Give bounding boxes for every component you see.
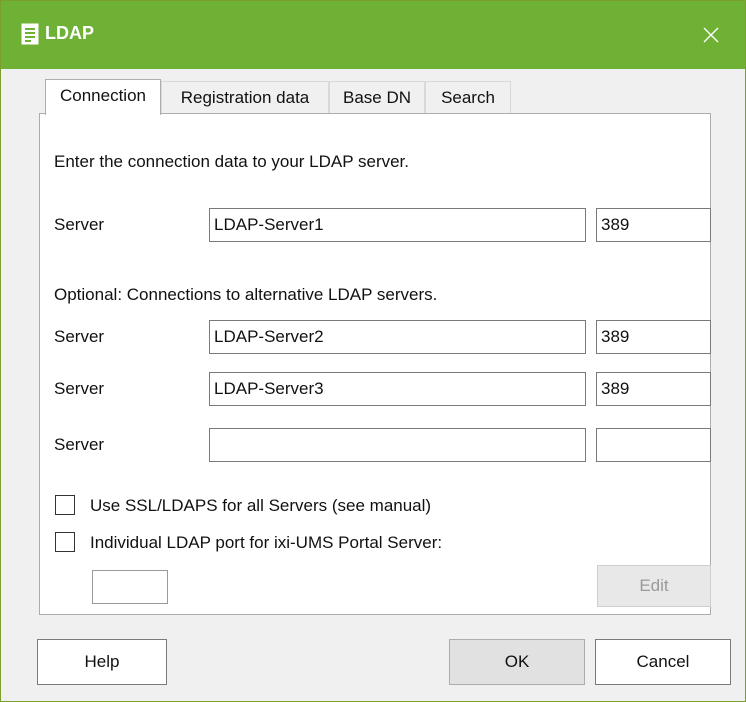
connection-panel: Enter the connection data to your LDAP s… xyxy=(39,113,711,615)
tab-search[interactable]: Search xyxy=(425,81,511,114)
tab-connection[interactable]: Connection xyxy=(45,79,161,115)
tab-base-dn[interactable]: Base DN xyxy=(329,81,425,114)
server-host-input[interactable]: LDAP-Server1 xyxy=(209,208,586,242)
alt-server-host-input-1[interactable]: LDAP-Server2 xyxy=(209,320,586,354)
alt-server-label-1: Server xyxy=(54,327,105,346)
edit-button[interactable]: Edit xyxy=(597,565,711,607)
ssl-checkbox-label: Use SSL/LDAPS for all Servers (see manua… xyxy=(90,496,432,515)
alt-server-port-input-2[interactable]: 389 xyxy=(596,372,711,406)
alt-server-label-3: Server xyxy=(54,435,105,454)
window-title: LDAP xyxy=(45,23,94,43)
portal-port-input[interactable] xyxy=(92,570,168,604)
intro-text: Enter the connection data to your LDAP s… xyxy=(54,152,410,171)
close-icon xyxy=(703,27,719,43)
alt-server-label-2: Server xyxy=(54,379,105,398)
ssl-checkbox[interactable] xyxy=(55,495,75,515)
optional-heading: Optional: Connections to alternative LDA… xyxy=(54,285,438,304)
server-port-input[interactable]: 389 xyxy=(596,208,711,242)
title-bar: LDAP xyxy=(1,1,745,69)
alt-server-host-input-2[interactable]: LDAP-Server3 xyxy=(209,372,586,406)
help-button[interactable]: Help xyxy=(37,639,167,685)
alt-server-port-input-3[interactable] xyxy=(596,428,711,462)
server-label: Server xyxy=(54,215,105,234)
alt-server-port-input-1[interactable]: 389 xyxy=(596,320,711,354)
ldap-dialog: LDAP Connection Registration data Base D… xyxy=(0,0,746,702)
close-button[interactable] xyxy=(677,1,745,69)
portal-port-checkbox[interactable] xyxy=(55,532,75,552)
ok-button[interactable]: OK xyxy=(449,639,585,685)
cancel-button[interactable]: Cancel xyxy=(595,639,731,685)
alt-server-host-input-3[interactable] xyxy=(209,428,586,462)
portal-port-checkbox-label: Individual LDAP port for ixi-UMS Portal … xyxy=(90,533,443,552)
document-list-icon xyxy=(21,23,39,45)
tab-registration-data[interactable]: Registration data xyxy=(161,81,329,114)
